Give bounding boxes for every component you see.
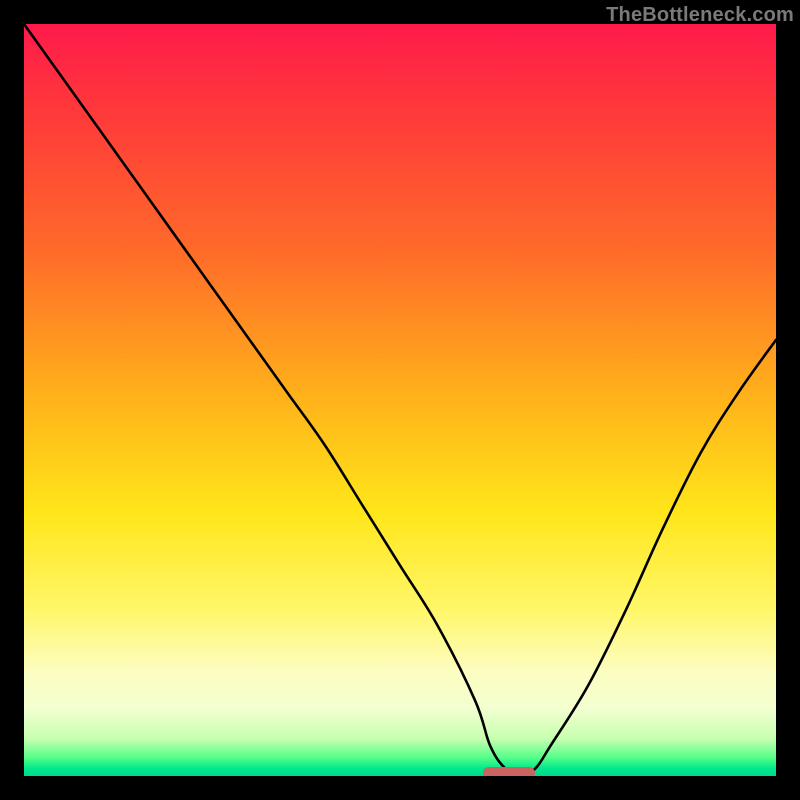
watermark-text: TheBottleneck.com [606,4,794,27]
chart-frame: TheBottleneck.com [0,0,800,800]
bottleneck-curve [24,24,776,776]
plot-area [24,24,776,776]
optimal-range-marker [483,767,536,776]
